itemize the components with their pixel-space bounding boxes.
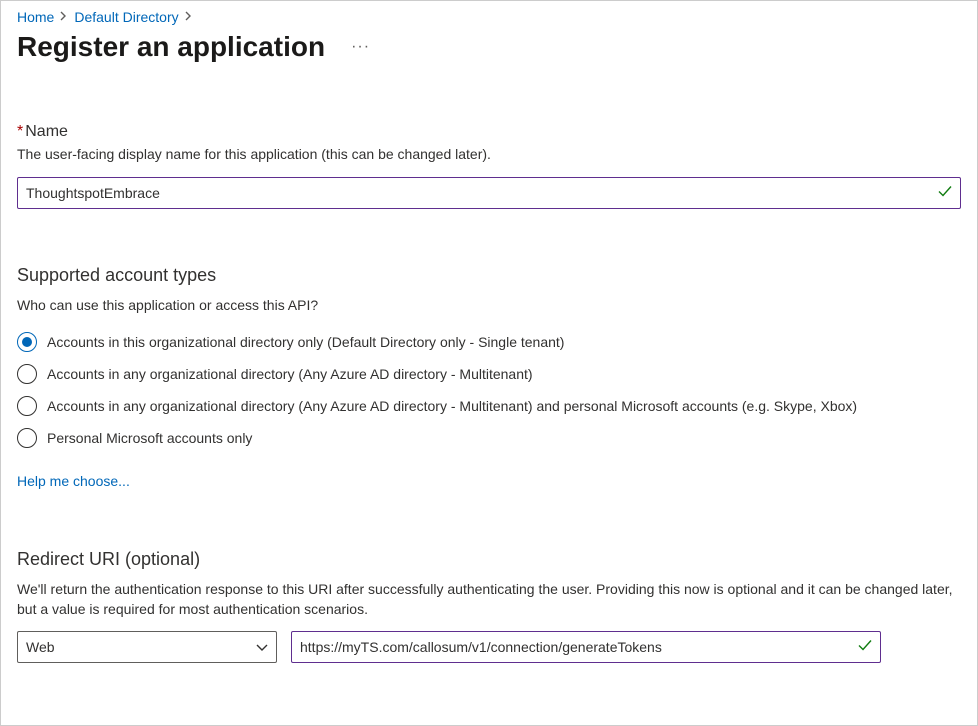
breadcrumb-directory[interactable]: Default Directory [74,9,178,25]
name-help-text: The user-facing display name for this ap… [17,145,961,165]
platform-select-value: Web [26,639,55,655]
radio-multitenant[interactable]: Accounts in any organizational directory… [17,359,961,389]
radio-personal-only[interactable]: Personal Microsoft accounts only [17,423,961,453]
breadcrumb: Home Default Directory [17,9,961,25]
account-types-radio-group: Accounts in this organizational director… [17,327,961,453]
redirect-uri-section: Redirect URI (optional) We'll return the… [17,549,961,663]
chevron-right-icon [185,10,193,24]
radio-multitenant-personal[interactable]: Accounts in any organizational directory… [17,391,961,421]
account-types-question: Who can use this application or access t… [17,296,961,316]
name-label: *Name [17,123,961,141]
radio-label: Accounts in this organizational director… [47,334,564,350]
redirect-uri-input[interactable] [291,631,881,663]
chevron-down-icon [256,639,268,655]
redirect-uri-heading: Redirect URI (optional) [17,549,961,570]
platform-select[interactable]: Web [17,631,277,663]
radio-icon [17,332,37,352]
account-types-heading: Supported account types [17,265,961,286]
required-asterisk: * [17,123,23,140]
more-icon[interactable]: ··· [351,38,370,56]
radio-label: Personal Microsoft accounts only [47,430,252,446]
radio-label: Accounts in any organizational directory… [47,398,857,414]
name-input[interactable] [17,177,961,209]
breadcrumb-home[interactable]: Home [17,9,54,25]
radio-icon [17,428,37,448]
radio-icon [17,396,37,416]
page-title: Register an application [17,31,325,63]
redirect-uri-help: We'll return the authentication response… [17,580,961,619]
account-types-section: Supported account types Who can use this… [17,265,961,490]
name-section: *Name The user-facing display name for t… [17,123,961,209]
radio-label: Accounts in any organizational directory… [47,366,533,382]
chevron-right-icon [60,10,68,24]
radio-single-tenant[interactable]: Accounts in this organizational director… [17,327,961,357]
help-me-choose-link[interactable]: Help me choose... [17,473,130,489]
radio-icon [17,364,37,384]
